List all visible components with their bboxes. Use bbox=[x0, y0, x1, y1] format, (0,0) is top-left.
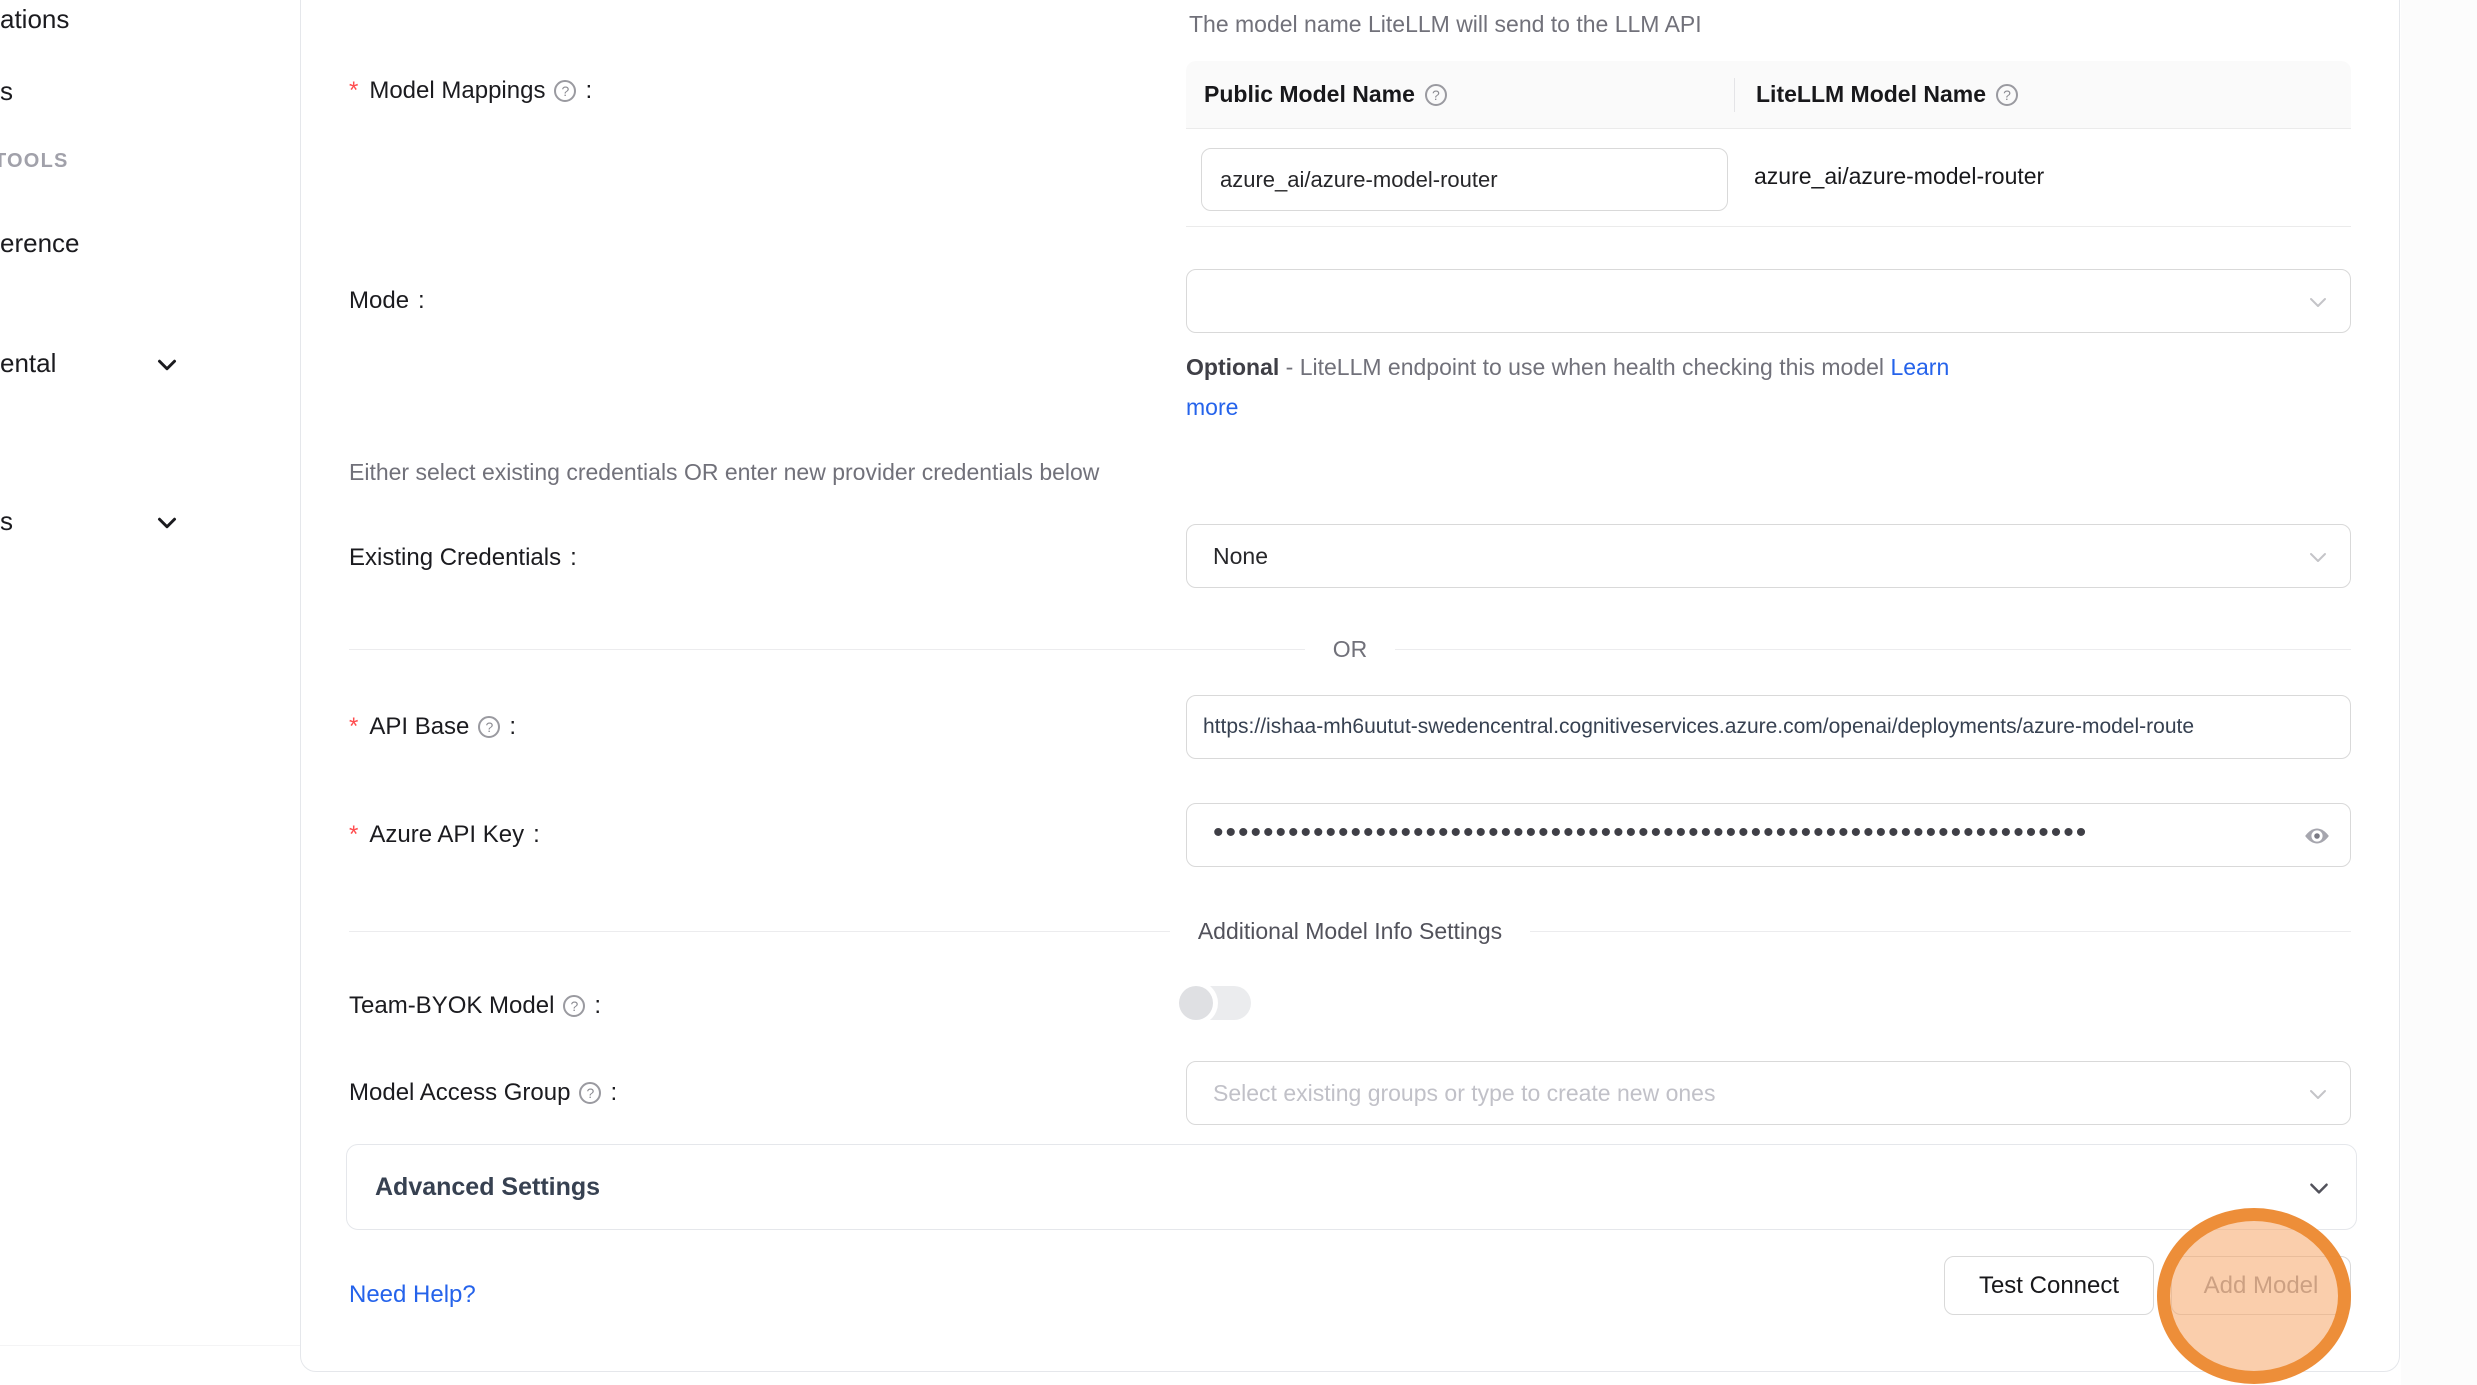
label-colon bbox=[594, 992, 601, 1020]
required-asterisk: * bbox=[349, 77, 358, 105]
azure-api-key-masked-value: ••••••••••••••••••••••••••••••••••••••••… bbox=[1213, 804, 2280, 862]
chevron-down-icon bbox=[2306, 1175, 2332, 1201]
question-circle-icon[interactable] bbox=[478, 716, 500, 738]
table-header-row: Public Model Name LiteLLM Model Name bbox=[1186, 61, 2351, 129]
label-colon bbox=[610, 1079, 617, 1107]
additional-settings-divider: Additional Model Info Settings bbox=[349, 911, 2351, 951]
model-access-group-label: Model Access Group bbox=[349, 1079, 617, 1107]
divider-line bbox=[1395, 649, 2351, 650]
question-circle-icon[interactable] bbox=[1996, 84, 2018, 106]
question-circle-icon[interactable] bbox=[563, 995, 585, 1017]
additional-settings-divider-text: Additional Model Info Settings bbox=[1198, 918, 1502, 945]
model-access-group-label-text: Model Access Group bbox=[349, 1079, 570, 1107]
add-model-card: The model name LiteLLM will send to the … bbox=[300, 0, 2400, 1372]
azure-api-key-input[interactable]: ••••••••••••••••••••••••••••••••••••••••… bbox=[1186, 803, 2351, 867]
table-row: azure_ai/azure-model-router bbox=[1186, 129, 2351, 227]
question-circle-icon[interactable] bbox=[1425, 84, 1447, 106]
add-model-screen: ations s TOOLS erence ental s The model … bbox=[0, 0, 2477, 1385]
chevron-down-icon bbox=[2306, 290, 2330, 314]
page-background-right bbox=[2401, 0, 2477, 1385]
chevron-down-icon[interactable] bbox=[152, 508, 182, 538]
api-base-input[interactable]: https://ishaa-mh6uutut-swedencentral.cog… bbox=[1186, 695, 2351, 759]
sidebar: ations s TOOLS erence ental s bbox=[0, 0, 300, 1385]
or-divider: OR bbox=[349, 629, 2351, 669]
column-header-litellm-model-name: LiteLLM Model Name bbox=[1734, 81, 2018, 108]
divider-line bbox=[349, 931, 1170, 932]
toggle-knob bbox=[1179, 986, 1213, 1020]
column-header-label: Public Model Name bbox=[1204, 81, 1415, 108]
chevron-down-icon[interactable] bbox=[152, 350, 182, 380]
credentials-note: Either select existing credentials OR en… bbox=[349, 459, 1099, 486]
api-base-label-text: API Base bbox=[369, 713, 469, 741]
mode-help-body: - LiteLLM endpoint to use when health ch… bbox=[1279, 354, 1890, 380]
mode-label: Mode bbox=[349, 287, 425, 315]
label-colon bbox=[533, 821, 540, 849]
mode-help-bold: Optional bbox=[1186, 354, 1279, 380]
existing-credentials-label-text: Existing Credentials bbox=[349, 544, 561, 572]
need-help-link[interactable]: Need Help? bbox=[349, 1281, 476, 1309]
divider-line bbox=[1530, 931, 2351, 932]
add-model-button[interactable]: Add Model bbox=[2171, 1256, 2351, 1315]
team-byok-label-text: Team-BYOK Model bbox=[349, 992, 554, 1020]
sidebar-item-2[interactable]: s bbox=[0, 76, 13, 107]
test-connect-button[interactable]: Test Connect bbox=[1944, 1256, 2154, 1315]
required-asterisk: * bbox=[349, 821, 358, 849]
label-colon bbox=[418, 287, 425, 315]
existing-credentials-label: Existing Credentials bbox=[349, 544, 577, 572]
advanced-settings-title: Advanced Settings bbox=[375, 1173, 600, 1202]
model-mappings-label-text: Model Mappings bbox=[369, 77, 545, 105]
column-header-public-model-name: Public Model Name bbox=[1186, 81, 1734, 108]
column-divider bbox=[1734, 78, 1735, 112]
team-byok-label: Team-BYOK Model bbox=[349, 992, 601, 1020]
or-divider-text: OR bbox=[1333, 636, 1368, 663]
advanced-settings-panel[interactable]: Advanced Settings bbox=[346, 1144, 2357, 1230]
question-circle-icon[interactable] bbox=[579, 1082, 601, 1104]
model-access-group-placeholder: Select existing groups or type to create… bbox=[1213, 1062, 1715, 1124]
required-asterisk: * bbox=[349, 713, 358, 741]
mode-select[interactable] bbox=[1186, 269, 2351, 333]
model-mappings-table: Public Model Name LiteLLM Model Name azu… bbox=[1186, 61, 2351, 227]
existing-credentials-select[interactable]: None bbox=[1186, 524, 2351, 588]
label-colon bbox=[509, 713, 516, 741]
team-byok-toggle[interactable] bbox=[1179, 986, 1251, 1020]
api-base-label: * API Base bbox=[349, 713, 516, 741]
divider-line bbox=[349, 649, 1305, 650]
label-colon bbox=[570, 544, 577, 572]
chevron-down-icon bbox=[2306, 545, 2330, 569]
sidebar-section-tools: TOOLS bbox=[0, 150, 69, 173]
model-name-hint: The model name LiteLLM will send to the … bbox=[1189, 11, 1702, 38]
sidebar-item-1[interactable]: ations bbox=[0, 4, 69, 35]
litellm-model-name-value: azure_ai/azure-model-router bbox=[1754, 163, 2044, 190]
api-base-value: https://ishaa-mh6uutut-swedencentral.cog… bbox=[1203, 696, 2342, 758]
azure-api-key-label: * Azure API Key bbox=[349, 821, 540, 849]
mode-help-text: Optional - LiteLLM endpoint to use when … bbox=[1186, 347, 1998, 427]
column-header-label: LiteLLM Model Name bbox=[1756, 81, 1986, 108]
mode-label-text: Mode bbox=[349, 287, 409, 315]
sidebar-separator bbox=[0, 1345, 300, 1346]
public-model-name-input[interactable] bbox=[1201, 148, 1728, 211]
model-access-group-select[interactable]: Select existing groups or type to create… bbox=[1186, 1061, 2351, 1125]
sidebar-item-5[interactable]: s bbox=[0, 506, 13, 537]
azure-api-key-label-text: Azure API Key bbox=[369, 821, 524, 849]
eye-icon[interactable] bbox=[2302, 821, 2332, 851]
question-circle-icon[interactable] bbox=[554, 80, 576, 102]
existing-credentials-value: None bbox=[1213, 525, 1268, 587]
chevron-down-icon bbox=[2306, 1082, 2330, 1106]
sidebar-item-4[interactable]: ental bbox=[0, 348, 56, 379]
model-mappings-label: * Model Mappings bbox=[349, 77, 592, 105]
label-colon bbox=[585, 77, 592, 105]
sidebar-item-3[interactable]: erence bbox=[0, 228, 80, 259]
